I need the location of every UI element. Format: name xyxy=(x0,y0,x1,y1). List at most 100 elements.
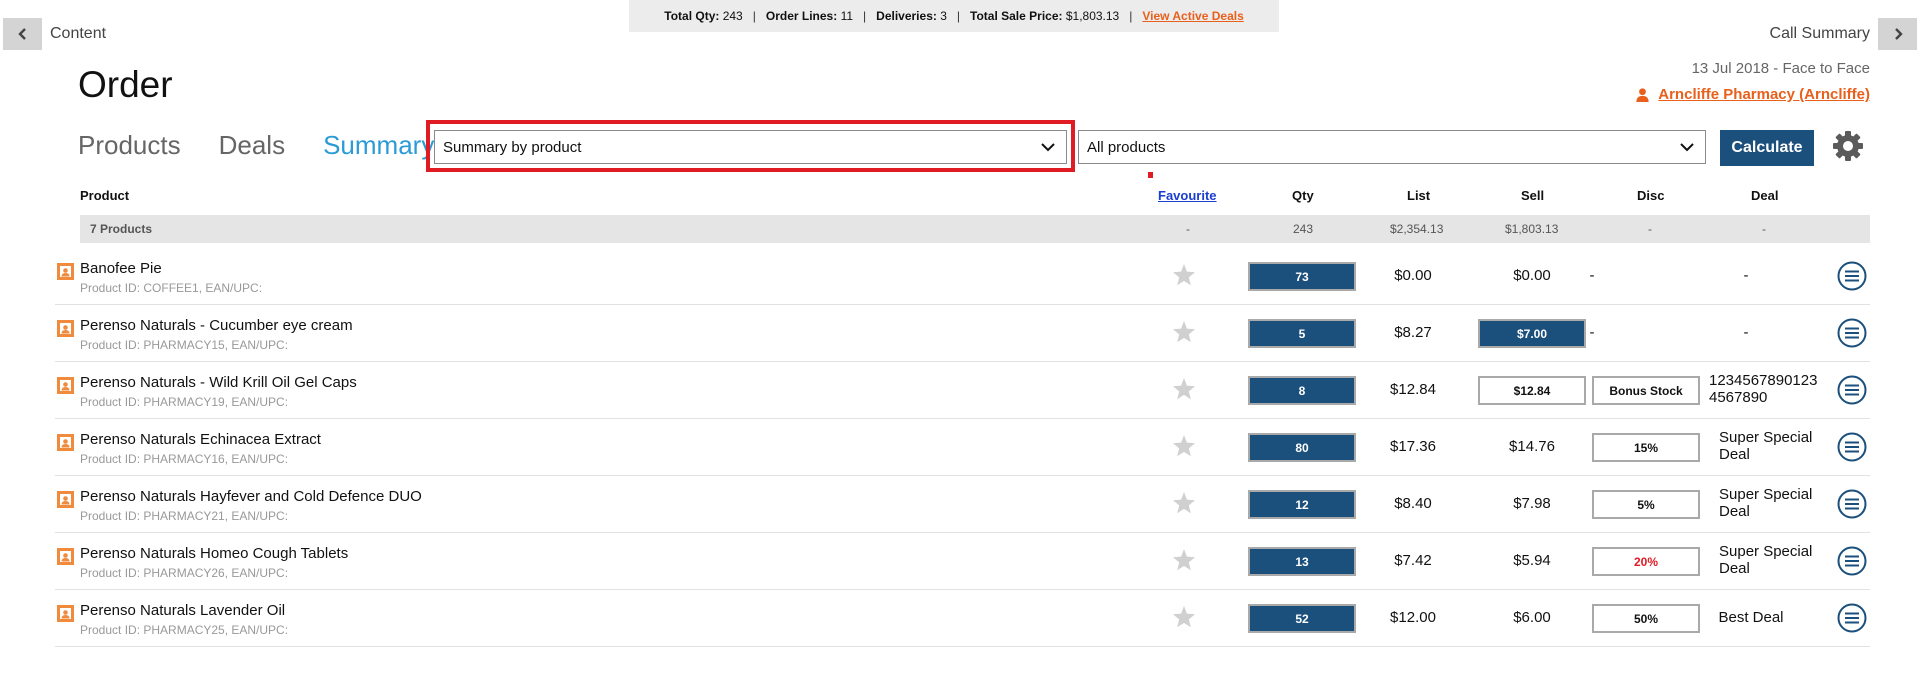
summary-disc: - xyxy=(1648,222,1652,236)
hamburger-menu-icon[interactable] xyxy=(1837,603,1867,633)
star-icon[interactable] xyxy=(1172,320,1196,344)
product-filter-value: All products xyxy=(1087,138,1166,156)
star-icon[interactable] xyxy=(1172,605,1196,629)
hamburger-menu-icon[interactable] xyxy=(1837,432,1867,462)
qty-input[interactable]: 5 xyxy=(1248,319,1356,348)
header-favourite[interactable]: Favourite xyxy=(1158,188,1217,203)
qty-input[interactable]: 8 xyxy=(1248,376,1356,405)
total-qty-label: Total Qty: xyxy=(664,9,720,23)
discount[interactable]: 5% xyxy=(1592,490,1700,519)
qty-input[interactable]: 73 xyxy=(1248,262,1356,291)
discount[interactable]: 50% xyxy=(1592,604,1700,633)
discount[interactable]: 15% xyxy=(1592,433,1700,462)
image-placeholder-icon xyxy=(57,320,74,337)
gear-icon[interactable] xyxy=(1832,130,1864,162)
deal-name: - xyxy=(1743,324,1749,341)
back-button[interactable] xyxy=(3,18,42,50)
separator: | xyxy=(863,9,867,23)
total-sale-value: $1,803.13 xyxy=(1065,9,1120,23)
header-disc: Disc xyxy=(1637,188,1665,203)
qty-input[interactable]: 80 xyxy=(1248,433,1356,462)
hamburger-menu-icon[interactable] xyxy=(1837,261,1867,291)
product-name[interactable]: Perenso Naturals Homeo Cough Tablets xyxy=(80,545,348,562)
qty-input[interactable]: 52 xyxy=(1248,604,1356,633)
table-row[interactable]: Perenso Naturals Hayfever and Cold Defen… xyxy=(55,475,1870,533)
tab-deals[interactable]: Deals xyxy=(219,130,285,161)
deal-name: Super Special Deal xyxy=(1719,486,1813,520)
star-icon[interactable] xyxy=(1172,548,1196,572)
table-row[interactable]: Perenso Naturals Lavender Oil Product ID… xyxy=(55,589,1870,647)
header-deal: Deal xyxy=(1751,188,1779,203)
header-product: Product xyxy=(80,188,130,203)
product-name[interactable]: Perenso Naturals - Wild Krill Oil Gel Ca… xyxy=(80,374,357,391)
view-active-deals-link[interactable]: View Active Deals xyxy=(1142,9,1243,23)
total-qty-value: 243 xyxy=(722,9,743,23)
summary-count: 7 Products xyxy=(90,222,153,236)
sell-price[interactable]: $12.84 xyxy=(1478,376,1586,405)
chevron-right-icon xyxy=(1894,28,1903,40)
star-icon[interactable] xyxy=(1172,377,1196,401)
summary-qty: 243 xyxy=(1293,222,1314,236)
table-row[interactable]: Perenso Naturals - Cucumber eye cream Pr… xyxy=(55,304,1870,362)
product-id: Product ID: PHARMACY21, EAN/UPC: xyxy=(80,509,289,523)
product-id: Product ID: PHARMACY25, EAN/UPC: xyxy=(80,623,289,637)
person-icon xyxy=(1636,88,1649,102)
summary-view-value: Summary by product xyxy=(443,138,582,156)
summary-deal: - xyxy=(1762,222,1766,236)
header-qty: Qty xyxy=(1292,188,1314,203)
deal-name: 12345678901234567890 xyxy=(1709,372,1818,406)
deal-name: - xyxy=(1743,267,1749,284)
star-icon[interactable] xyxy=(1172,263,1196,287)
forward-label[interactable]: Call Summary xyxy=(1770,25,1870,43)
call-info: 13 Jul 2018 - Face to Face xyxy=(1691,60,1870,77)
product-name[interactable]: Perenso Naturals Lavender Oil xyxy=(80,602,285,619)
product-name[interactable]: Perenso Naturals Echinacea Extract xyxy=(80,431,321,448)
summary-list: $2,354.13 xyxy=(1390,222,1444,236)
chevron-down-icon xyxy=(1041,143,1055,152)
customer-name: Arncliffe Pharmacy (Arncliffe) xyxy=(1658,86,1870,103)
deliveries-label: Deliveries: xyxy=(876,9,937,23)
tab-products[interactable]: Products xyxy=(78,130,181,161)
product-name[interactable]: Perenso Naturals - Cucumber eye cream xyxy=(80,317,353,334)
list-price: $17.36 xyxy=(1390,438,1436,455)
hamburger-menu-icon[interactable] xyxy=(1837,375,1867,405)
table-row[interactable]: Perenso Naturals Echinacea Extract Produ… xyxy=(55,418,1870,476)
header-sell: Sell xyxy=(1521,188,1545,203)
hamburger-menu-icon[interactable] xyxy=(1837,546,1867,576)
discount: - xyxy=(1589,324,1595,341)
red-marker xyxy=(1148,172,1153,178)
product-name[interactable]: Perenso Naturals Hayfever and Cold Defen… xyxy=(80,488,422,505)
table-row[interactable]: Perenso Naturals Homeo Cough Tablets Pro… xyxy=(55,532,1870,590)
table-row[interactable]: Perenso Naturals - Wild Krill Oil Gel Ca… xyxy=(55,361,1870,419)
qty-input[interactable]: 13 xyxy=(1248,547,1356,576)
discount[interactable]: 20% xyxy=(1592,547,1700,576)
chevron-down-icon xyxy=(1680,143,1694,152)
tab-summary[interactable]: Summary xyxy=(323,130,434,161)
list-price: $12.84 xyxy=(1390,381,1436,398)
favourite-sort-link[interactable]: Favourite xyxy=(1158,188,1217,203)
list-price: $8.27 xyxy=(1394,324,1432,341)
order-lines-label: Order Lines: xyxy=(765,9,838,23)
product-name[interactable]: Banofee Pie xyxy=(80,260,162,277)
calculate-button[interactable]: Calculate xyxy=(1720,130,1814,166)
product-id: Product ID: PHARMACY15, EAN/UPC: xyxy=(80,338,289,352)
sell-price: $14.76 xyxy=(1509,438,1555,455)
summary-view-select[interactable]: Summary by product xyxy=(434,130,1067,164)
hamburger-menu-icon[interactable] xyxy=(1837,318,1867,348)
image-placeholder-icon xyxy=(57,605,74,622)
customer-link[interactable]: Arncliffe Pharmacy (Arncliffe) xyxy=(1635,86,1870,103)
list-price: $7.42 xyxy=(1394,552,1432,569)
separator: | xyxy=(956,9,961,23)
image-placeholder-icon xyxy=(57,434,74,451)
product-id: Product ID: PHARMACY19, EAN/UPC: xyxy=(80,395,289,409)
star-icon[interactable] xyxy=(1172,434,1196,458)
back-label[interactable]: Content xyxy=(50,25,106,43)
qty-input[interactable]: 12 xyxy=(1248,490,1356,519)
star-icon[interactable] xyxy=(1172,491,1196,515)
forward-button[interactable] xyxy=(1878,18,1917,50)
product-filter-select[interactable]: All products xyxy=(1078,130,1706,164)
discount[interactable]: Bonus Stock xyxy=(1592,376,1700,405)
deal-name: Super Special Deal xyxy=(1719,543,1813,577)
table-row[interactable]: Banofee Pie Product ID: COFFEE1, EAN/UPC… xyxy=(55,247,1870,305)
hamburger-menu-icon[interactable] xyxy=(1837,489,1867,519)
